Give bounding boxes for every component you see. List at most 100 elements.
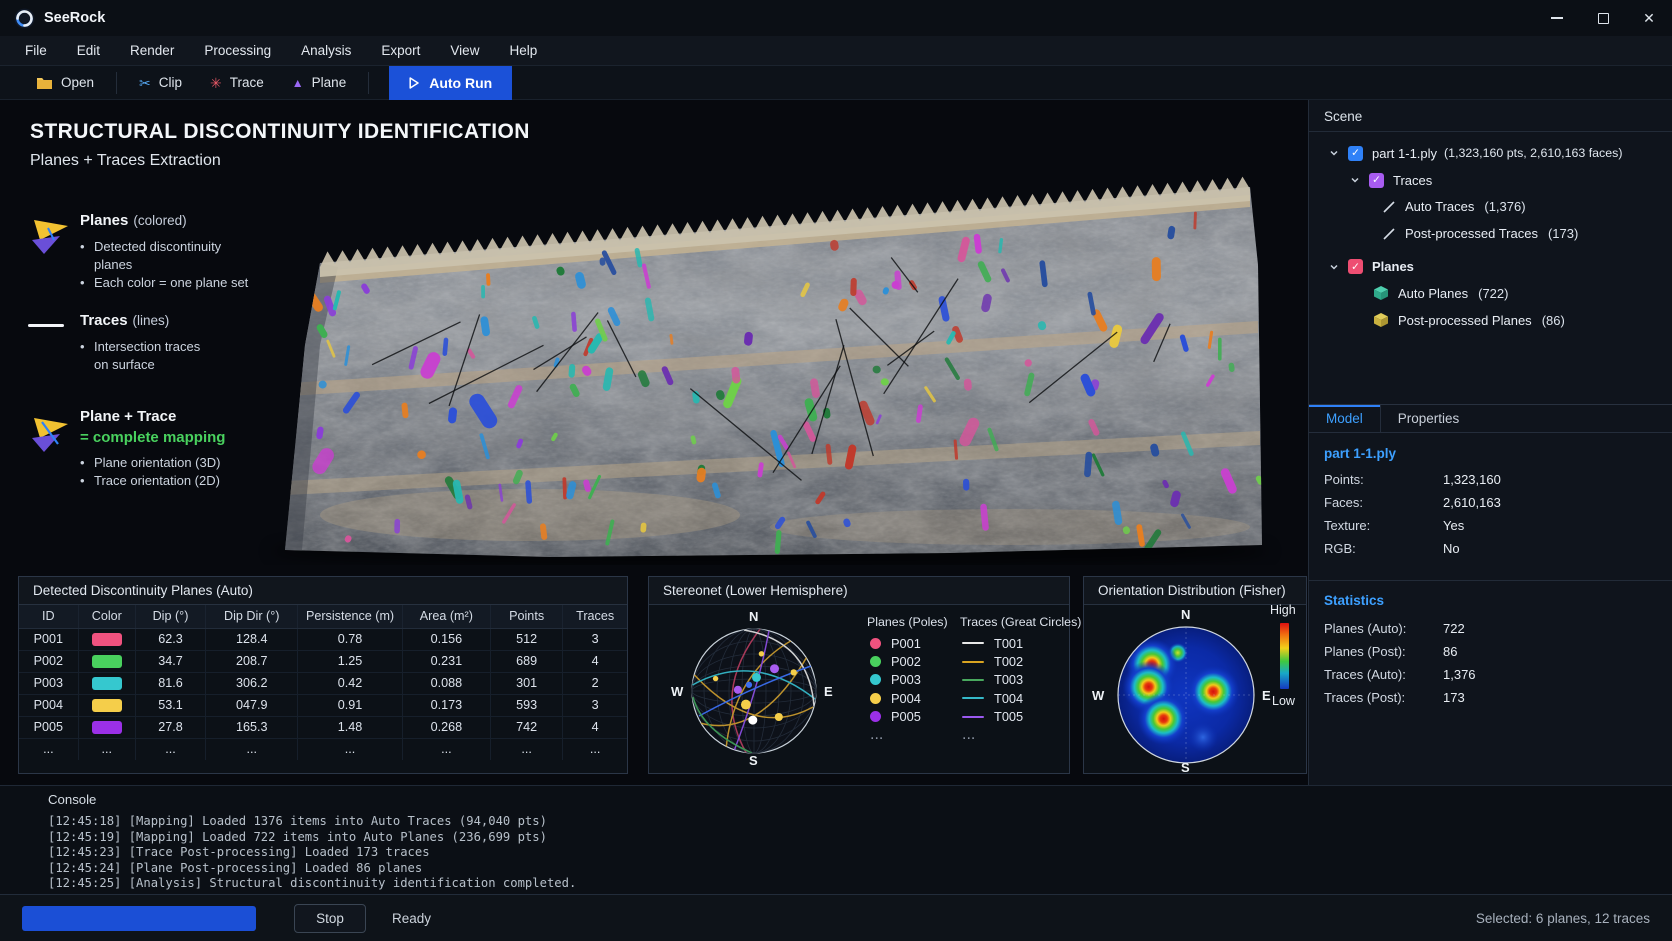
color-swatch (92, 699, 122, 712)
tree-item-auto-planes[interactable]: Auto Planes (722) (1309, 280, 1672, 307)
table-row[interactable]: P005 27.8 165.3 1.48 0.268 742 4 (19, 716, 627, 738)
stat-planes-auto: Planes (Auto):722 (1324, 617, 1660, 640)
statusbar: Stop Ready Selected: 6 planes, 12 traces (0, 894, 1672, 941)
close-button[interactable]: ✕ (1626, 0, 1672, 36)
post-planes-count: (86) (1542, 313, 1565, 328)
auto-planes-count: (722) (1478, 286, 1508, 301)
auto-run-button[interactable]: Auto Run (389, 66, 512, 100)
trace-line (962, 661, 984, 663)
legend-item: P001 (870, 634, 921, 652)
model-info: part 1-1.ply Points:1,323,160 Faces:2,61… (1324, 433, 1660, 560)
table-row[interactable]: P002 34.7 208.7 1.25 0.231 689 4 (19, 650, 627, 672)
legend-pt-heading: Plane + Trace (80, 408, 176, 425)
table-row[interactable]: P003 81.6 306.2 0.42 0.088 301 2 (19, 672, 627, 694)
console-panel: Console [12:45:18] [Mapping] Loaded 1376… (0, 785, 1672, 894)
cell-points: 301 (491, 672, 563, 694)
selection-summary: Selected: 6 planes, 12 traces (1476, 911, 1650, 926)
divider (1309, 580, 1672, 581)
trace-label: T003 (994, 672, 1023, 687)
trace-line-icon (1381, 226, 1397, 242)
menu-export[interactable]: Export (381, 43, 420, 58)
tree-item-traces[interactable]: ✓ Traces (1309, 167, 1672, 194)
cell-dipdir: 165.3 (206, 716, 298, 738)
legend-pt-subheading: = complete mapping (80, 429, 258, 446)
clip-button[interactable]: ✂ Clip (125, 66, 196, 99)
plane-button[interactable]: ▲ Plane (278, 66, 360, 99)
color-swatch (92, 633, 122, 646)
colorbar-high-label: High (1270, 603, 1296, 617)
tree-item-planes[interactable]: ✓ Planes (1309, 253, 1672, 280)
table-row[interactable]: P001 62.3 128.4 0.78 0.156 512 3 (19, 628, 627, 650)
plane-trace-legend-icon (28, 410, 72, 454)
progress-bar (22, 906, 256, 931)
minimize-button[interactable] (1534, 0, 1580, 36)
cell-traces: 3 (563, 694, 627, 716)
planes-poles-legend: P001 P002 P003 P004 P005 ... (870, 634, 921, 744)
trace-line (962, 697, 984, 699)
table-row[interactable]: P004 53.1 047.9 0.91 0.173 593 3 (19, 694, 627, 716)
chevron-down-icon[interactable] (1329, 262, 1339, 272)
compass-w: W (1092, 688, 1104, 703)
cell-traces: 4 (563, 716, 627, 738)
cell-dip: 34.7 (135, 650, 205, 672)
menu-edit[interactable]: Edit (77, 43, 100, 58)
cell-traces: 2 (563, 672, 627, 694)
stop-button[interactable]: Stop (294, 904, 366, 933)
traces-legend: T001 T002 T003 T004 T005 ... (962, 634, 1023, 744)
pole-dot (870, 656, 881, 667)
pole-dot (870, 693, 881, 704)
checkbox-root[interactable]: ✓ (1348, 146, 1363, 161)
checkbox-planes[interactable]: ✓ (1348, 259, 1363, 274)
field-faces: Faces:2,610,163 (1324, 491, 1660, 514)
colorbar-low-label: Low (1272, 694, 1295, 708)
console-line: [12:45:24] [Plane Post-processing] Loade… (48, 861, 1652, 877)
tree-item-post-traces[interactable]: Post-processed Traces (173) (1309, 220, 1672, 247)
pole-label: P005 (891, 709, 921, 724)
open-button[interactable]: Open (22, 66, 108, 99)
menu-render[interactable]: Render (130, 43, 174, 58)
checkbox-traces[interactable]: ✓ (1369, 173, 1384, 188)
trace-label: T004 (994, 691, 1023, 706)
cell-area: 0.156 (402, 628, 490, 650)
trace-line (962, 716, 984, 718)
tree-item-root[interactable]: ✓ part 1-1.ply (1,323,160 pts, 2,610,163… (1309, 140, 1672, 167)
post-planes-label: Post-processed Planes (1398, 313, 1532, 328)
tree-item-post-planes[interactable]: Post-processed Planes (86) (1309, 307, 1672, 334)
menu-help[interactable]: Help (509, 43, 537, 58)
tab-model[interactable]: Model (1309, 405, 1381, 432)
planes-poles-legend-title: Planes (Poles) (867, 615, 948, 629)
legend-ellipsis: ... (962, 726, 1023, 744)
cell-area: 0.173 (402, 694, 490, 716)
cell-dipdir: 208.7 (206, 650, 298, 672)
menu-processing[interactable]: Processing (204, 43, 271, 58)
chevron-down-icon[interactable] (1329, 148, 1339, 158)
clip-label: Clip (159, 75, 182, 90)
maximize-button[interactable] (1580, 0, 1626, 36)
status-ready: Ready (392, 911, 431, 926)
cell-points: 512 (491, 628, 563, 650)
auto-run-label: Auto Run (429, 75, 492, 91)
compass-e: E (1262, 688, 1271, 703)
legend-bullet: Each color = one plane set (80, 274, 258, 292)
legend-bullet: Detected discontinuity planes (80, 238, 258, 274)
menu-analysis[interactable]: Analysis (301, 43, 351, 58)
traces-legend-icon (28, 314, 72, 334)
legend-item: T002 (962, 652, 1023, 670)
tree-item-auto-traces[interactable]: Auto Traces (1,376) (1309, 194, 1672, 221)
tab-properties[interactable]: Properties (1381, 405, 1477, 432)
model-name: part 1-1.ply (1324, 446, 1660, 461)
trace-label: Trace (230, 75, 264, 90)
close-icon: ✕ (1643, 11, 1655, 25)
auto-planes-label: Auto Planes (1398, 286, 1468, 301)
legend-item: T003 (962, 671, 1023, 689)
pole-dot (870, 674, 881, 685)
menu-file[interactable]: File (25, 43, 47, 58)
toolbar-separator (116, 72, 117, 94)
chevron-down-icon[interactable] (1350, 175, 1360, 185)
trace-button[interactable]: ✳ Trace (196, 66, 278, 99)
menu-view[interactable]: View (450, 43, 479, 58)
scene-panel-header: Scene (1324, 109, 1362, 124)
cell-dip: 53.1 (135, 694, 205, 716)
viewport-3d[interactable]: STRUCTURAL DISCONTINUITY IDENTIFICATION … (0, 100, 1308, 785)
stereonet-panel: Stereonet (Lower Hemisphere) (648, 576, 1070, 774)
